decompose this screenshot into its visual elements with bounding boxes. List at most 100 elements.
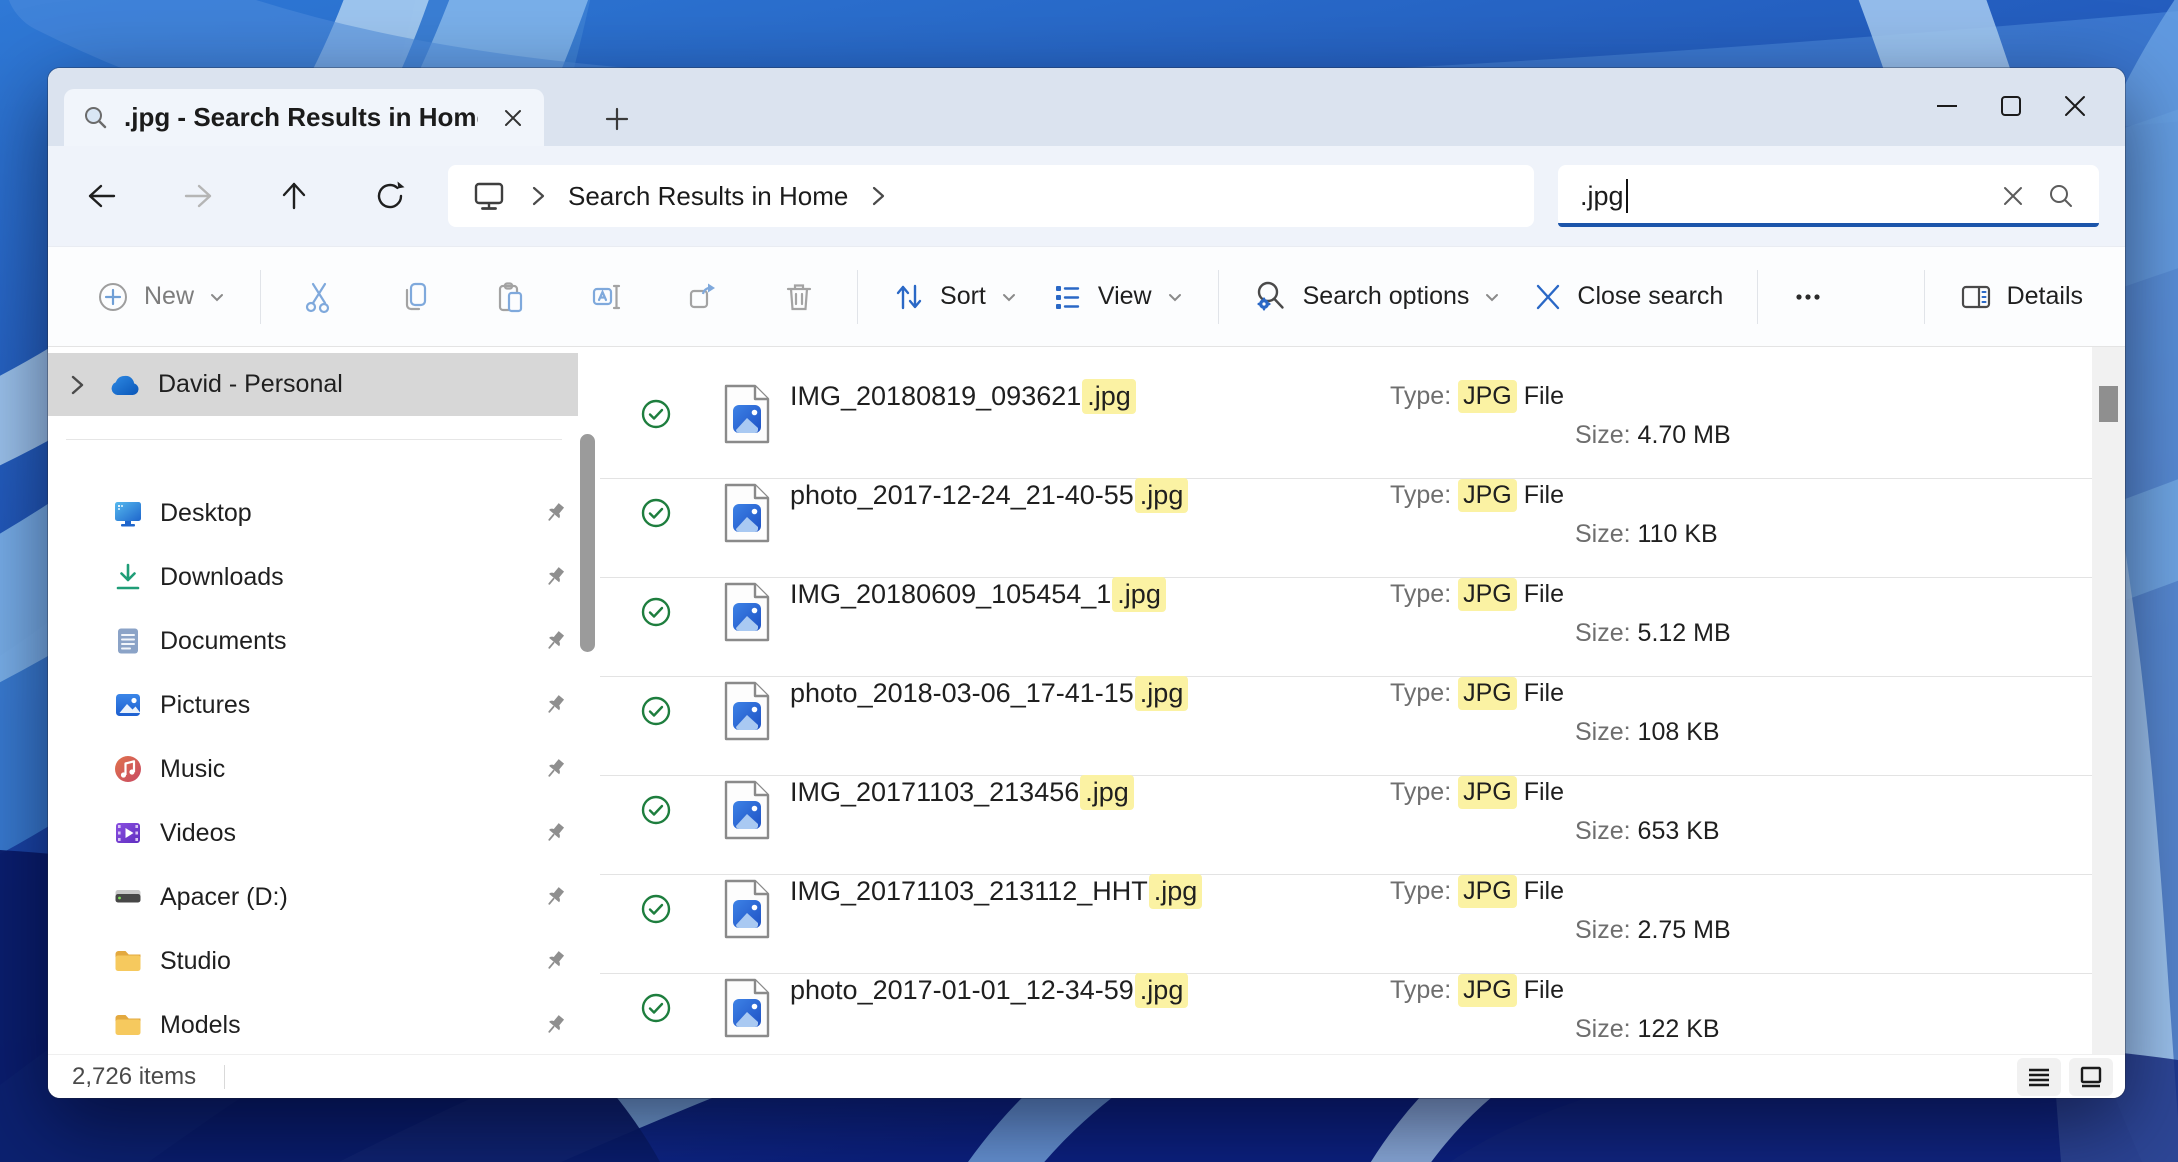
breadcrumb-chevron-icon[interactable] (866, 184, 890, 208)
sync-ok-icon (640, 695, 672, 727)
view-label: View (1097, 282, 1152, 310)
file-row[interactable]: photo_2018-03-06_17-41-15 .jpg Type: JPG … (600, 676, 2092, 775)
share-icon[interactable] (671, 265, 735, 329)
match-highlight: JPG (1458, 776, 1517, 809)
file-type: Type: JPG File (1390, 576, 1564, 612)
file-row[interactable]: photo_2017-01-01_12-34-59 .jpg Type: JPG … (600, 973, 2092, 1055)
breadcrumb[interactable]: Search Results in Home (568, 181, 848, 212)
sidebar-item-documents[interactable]: Documents (48, 609, 578, 673)
text-caret (1625, 179, 1628, 213)
file-name: IMG_20171103_213456 .jpg (790, 774, 1134, 810)
this-pc-icon[interactable] (470, 177, 508, 215)
sidebar-item-onedrive-personal[interactable]: David - Personal (48, 353, 578, 416)
image-file-icon (724, 879, 770, 939)
sort-label: Sort (940, 282, 986, 310)
file-explorer-window: .jpg - Search Results in Home Search Res… (48, 68, 2125, 1098)
file-row[interactable]: IMG_20171103_213456 .jpg Type: JPG File S… (600, 775, 2092, 874)
details-view-toggle[interactable] (2017, 1057, 2061, 1096)
pin-icon (541, 499, 569, 527)
minimize-button[interactable] (1915, 78, 1979, 134)
chevron-down-icon (211, 293, 224, 301)
back-button[interactable] (74, 168, 130, 224)
copy-icon[interactable] (383, 265, 447, 329)
address-bar[interactable]: Search Results in Home (448, 165, 1534, 227)
file-name: photo_2018-03-06_17-41-15 .jpg (790, 675, 1189, 711)
see-more-button[interactable] (1776, 265, 1840, 329)
close-search-button[interactable]: Close search (1517, 265, 1739, 329)
file-row[interactable]: IMG_20180609_105454_1 .jpg Type: JPG File… (600, 577, 2092, 676)
image-file-icon (724, 582, 770, 642)
clear-search-icon[interactable] (1989, 172, 2037, 220)
refresh-button[interactable] (362, 168, 418, 224)
search-options-button[interactable]: Search options (1237, 265, 1518, 329)
sidebar-item-downloads[interactable]: Downloads (48, 545, 578, 609)
search-submit-icon[interactable] (2037, 172, 2085, 220)
sync-ok-icon (640, 596, 672, 628)
file-row[interactable]: photo_2017-12-24_21-40-55 .jpg Type: JPG … (600, 478, 2092, 577)
sidebar-item-label: Music (160, 754, 226, 783)
downloads-icon (112, 561, 144, 593)
image-file-icon (724, 780, 770, 840)
sidebar-item-apacer-d[interactable]: Apacer (D:) (48, 865, 578, 929)
tab-search-results[interactable]: .jpg - Search Results in Home (64, 89, 544, 146)
match-highlight: .jpg (1112, 577, 1166, 612)
sidebar-item-videos[interactable]: Videos (48, 801, 578, 865)
pin-icon (541, 947, 569, 975)
view-button[interactable]: View (1034, 265, 1200, 329)
chevron-down-icon (1168, 293, 1181, 301)
toolbar-divider (1217, 269, 1219, 324)
match-highlight: .jpg (1082, 379, 1136, 414)
sidebar-scrollbar[interactable] (580, 434, 595, 652)
scrollbar-thumb[interactable] (2099, 386, 2118, 422)
sidebar-item-pictures[interactable]: Pictures (48, 673, 578, 737)
file-list-scrollbar[interactable] (2092, 347, 2125, 1055)
documents-icon (112, 625, 144, 657)
cut-icon[interactable] (287, 265, 351, 329)
file-row[interactable]: IMG_20171103_213112_HHT .jpg Type: JPG Fi… (600, 874, 2092, 973)
match-highlight: .jpg (1134, 676, 1189, 711)
pin-icon (541, 563, 569, 591)
match-highlight: .jpg (1134, 973, 1189, 1008)
maximize-button[interactable] (1979, 78, 2043, 134)
sync-ok-icon (640, 794, 672, 826)
statusbar-divider (224, 1064, 226, 1089)
close-button[interactable] (2043, 78, 2107, 134)
file-size: Size: 110 KB (1575, 520, 1718, 548)
search-input[interactable]: .jpg (1580, 179, 1989, 213)
new-button[interactable]: New (80, 265, 242, 329)
file-name: IMG_20171103_213112_HHT .jpg (790, 873, 1203, 909)
image-file-icon (724, 681, 770, 741)
rename-icon[interactable] (575, 265, 639, 329)
sync-ok-icon (640, 992, 672, 1024)
sidebar-item-desktop[interactable]: Desktop (48, 481, 578, 545)
search-options-label: Search options (1302, 282, 1470, 310)
file-type: Type: JPG File (1390, 675, 1564, 711)
file-type: Type: JPG File (1390, 378, 1564, 414)
expand-chevron-icon[interactable] (60, 368, 94, 402)
tab-close-icon[interactable] (492, 97, 534, 139)
thumbnail-view-toggle[interactable] (2069, 1057, 2113, 1096)
onedrive-cloud-icon (110, 368, 144, 402)
search-box[interactable]: .jpg (1558, 165, 2099, 227)
match-highlight: JPG (1458, 974, 1517, 1007)
sort-button[interactable]: Sort (876, 265, 1034, 329)
paste-icon[interactable] (479, 265, 543, 329)
forward-button[interactable] (170, 168, 226, 224)
up-button[interactable] (266, 168, 322, 224)
details-button[interactable]: Details (1943, 265, 2099, 329)
sidebar-item-music[interactable]: Music (48, 737, 578, 801)
sidebar-item-models[interactable]: Models (48, 993, 578, 1057)
folder-icon (112, 1009, 144, 1041)
sidebar-item-label: Desktop (160, 498, 252, 527)
file-row[interactable]: IMG_20180819_093621 .jpg Type: JPG File S… (600, 378, 2092, 478)
pin-icon (541, 819, 569, 847)
folder-icon (112, 945, 144, 977)
toolbar-divider (857, 269, 859, 324)
breadcrumb-chevron-icon[interactable] (526, 184, 550, 208)
delete-icon[interactable] (767, 265, 831, 329)
navigation-pane: David - Personal Desktop Downloads Docum… (48, 347, 600, 1055)
new-tab-button[interactable] (596, 98, 638, 140)
toolbar-divider (1923, 269, 1925, 324)
sidebar-item-studio[interactable]: Studio (48, 929, 578, 993)
tab-title: .jpg - Search Results in Home (124, 102, 478, 132)
